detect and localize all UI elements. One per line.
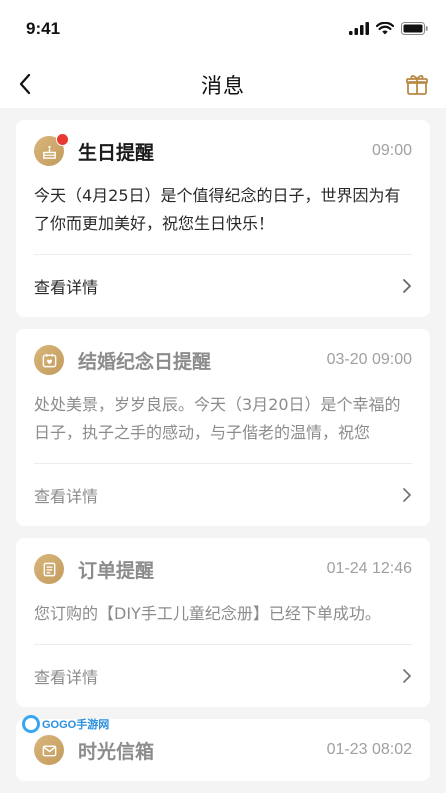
message-time: 09:00	[371, 142, 412, 159]
gift-icon	[406, 75, 428, 95]
list-icon	[34, 554, 64, 584]
message-title: 结婚纪念日提醒	[78, 350, 212, 373]
message-card-birthday[interactable]: 生日提醒 09:00 今天（4月25日）是个值得纪念的日子，世界因为有了你而更加…	[16, 120, 430, 317]
view-details-row[interactable]: 查看详情	[34, 255, 412, 317]
message-card-header: 订单提醒 01-24 12:46	[34, 538, 412, 600]
battery-icon	[401, 22, 428, 35]
unread-badge	[56, 133, 69, 146]
watermark-text: GOGO手游网	[42, 719, 110, 731]
gift-button[interactable]	[402, 68, 432, 100]
view-details-label: 查看详情	[34, 668, 99, 687]
message-card-header: 生日提醒 09:00	[34, 120, 412, 182]
message-time: 01-24 12:46	[326, 560, 412, 577]
message-time: 01-23 08:02	[326, 741, 412, 758]
signal-icon	[349, 22, 369, 35]
view-details-row[interactable]: 查看详情	[34, 464, 412, 526]
chevron-right-icon	[402, 668, 412, 684]
message-body: 处处美景，岁岁良辰。今天（3月20日）是个幸福的日子，执子之手的感动，与子偕老的…	[34, 391, 412, 464]
mail-icon	[34, 735, 64, 765]
chevron-right-icon	[402, 278, 412, 294]
message-list: 生日提醒 09:00 今天（4月25日）是个值得纪念的日子，世界因为有了你而更加…	[16, 120, 430, 793]
navigation-bar: 消息	[0, 60, 446, 108]
view-details-label: 查看详情	[34, 487, 99, 506]
message-card-order[interactable]: 订单提醒 01-24 12:46 您订购的【DIY手工儿童纪念册】已经下单成功。…	[16, 538, 430, 707]
watermark-logo: GOGO手游网	[22, 715, 109, 733]
view-details-row[interactable]: 查看详情	[34, 645, 412, 707]
view-details-label: 查看详情	[34, 278, 99, 297]
page-title: 消息	[201, 74, 245, 98]
message-time: 03-20 09:00	[326, 351, 412, 368]
status-bar: 9:41	[0, 0, 446, 60]
watermark-circle-icon	[22, 715, 40, 733]
message-card-anniversary[interactable]: 结婚纪念日提醒 03-20 09:00 处处美景，岁岁良辰。今天（3月20日）是…	[16, 329, 430, 526]
status-icons	[349, 22, 428, 35]
cake-icon	[34, 133, 69, 166]
message-card-header: 结婚纪念日提醒 03-20 09:00	[34, 329, 412, 391]
status-time: 9:41	[26, 19, 61, 38]
message-body: 您订购的【DIY手工儿童纪念册】已经下单成功。	[34, 600, 412, 645]
message-title: 生日提醒	[78, 141, 155, 164]
message-title: 时光信箱	[78, 740, 155, 763]
chevron-right-icon	[402, 487, 412, 503]
calendar-heart-icon	[34, 345, 64, 375]
message-body: 今天（4月25日）是个值得纪念的日子，世界因为有了你而更加美好，祝您生日快乐！	[34, 182, 412, 255]
message-title: 订单提醒	[78, 559, 155, 582]
wifi-icon	[376, 22, 394, 35]
